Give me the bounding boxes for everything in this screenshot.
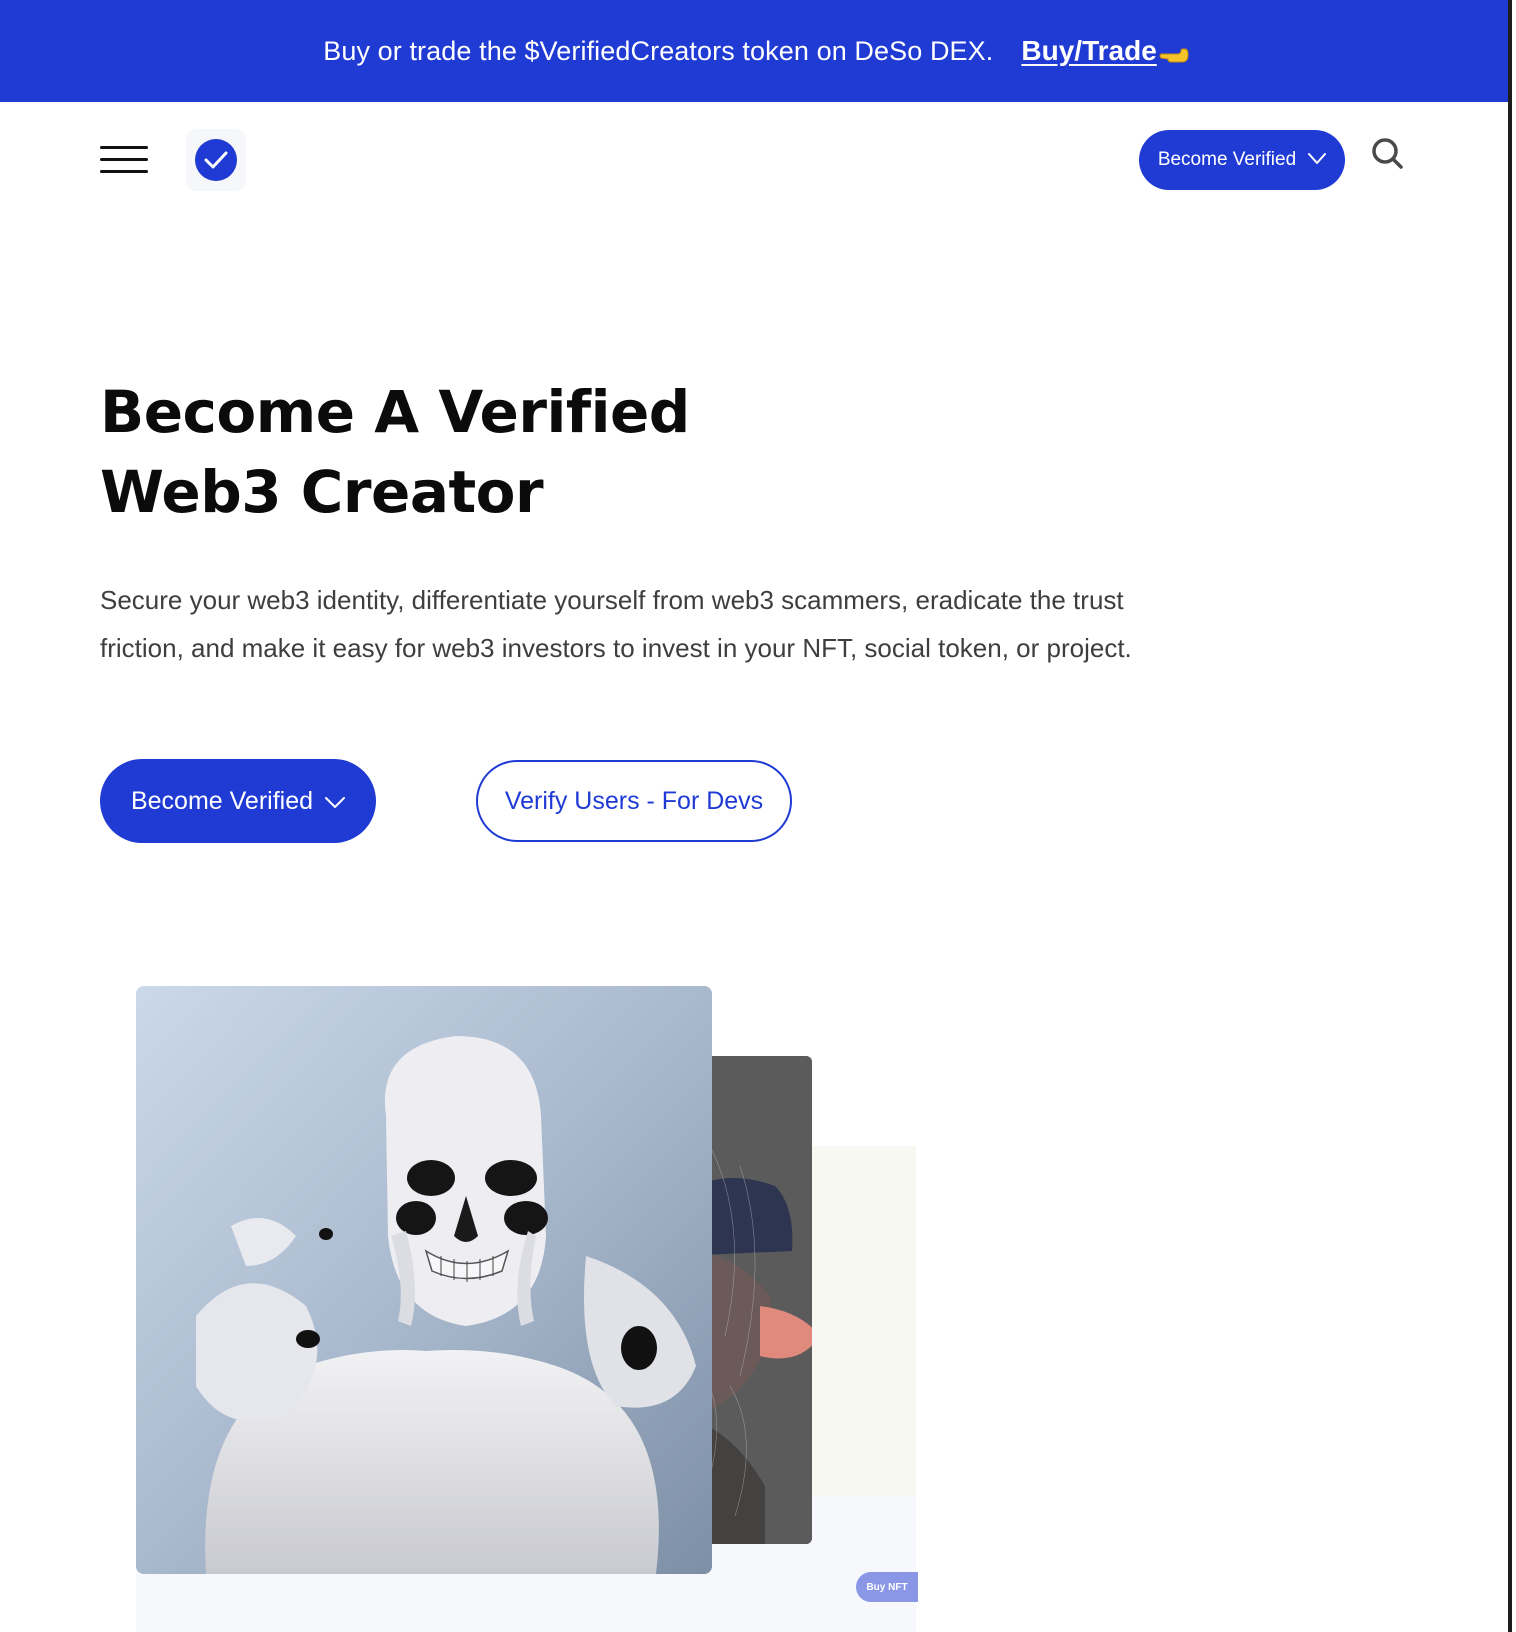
hamburger-menu-icon[interactable] <box>100 144 148 176</box>
hero-title-line-1: Become A Verified <box>100 378 690 446</box>
hero-become-verified-label: Become Verified <box>130 786 314 815</box>
skull-sculpture-artwork-image <box>136 986 712 1574</box>
hero-subtitle-line-2: friction, and make it easy for web3 inve… <box>100 633 1132 663</box>
chevron-down-icon <box>1308 149 1327 171</box>
hero-subtitle-line-1: Secure your web3 identity, differentiate… <box>100 585 1124 615</box>
nav-become-verified-button[interactable]: Become Verified <box>1139 130 1345 190</box>
buy-trade-link[interactable]: Buy/Trade <box>1021 35 1189 67</box>
hero-title: Become A Verified Web3 Creator <box>100 372 690 532</box>
window-edge <box>1508 0 1512 1632</box>
hero-title-line-2: Web3 Creator <box>100 458 544 526</box>
hero-become-verified-button[interactable]: Become Verified <box>100 759 376 843</box>
top-navigation: Become Verified <box>0 102 1512 222</box>
nft-card-front <box>136 986 712 1574</box>
nav-become-verified-label: Become Verified <box>1157 149 1297 170</box>
verify-users-label: Verify Users - For Devs <box>504 786 764 815</box>
buy-trade-label: Buy/Trade <box>1021 35 1157 66</box>
hero-subtitle: Secure your web3 identity, differentiate… <box>100 576 1250 672</box>
logo[interactable] <box>186 129 246 191</box>
verify-users-for-devs-button[interactable]: Verify Users - For Devs <box>476 760 792 842</box>
buy-nft-label: Buy NFT <box>866 1581 908 1593</box>
search-icon[interactable] <box>1370 136 1406 172</box>
verified-check-icon <box>195 139 237 181</box>
buy-nft-button[interactable]: Buy NFT <box>856 1572 918 1602</box>
promo-banner-text: Buy or trade the $VerifiedCreators token… <box>323 35 994 66</box>
promo-banner: Buy or trade the $VerifiedCreators token… <box>0 0 1512 102</box>
chevron-down-icon <box>325 787 346 816</box>
pointing-hand-icon <box>1159 41 1189 63</box>
page: Buy or trade the $VerifiedCreators token… <box>0 0 1512 1632</box>
